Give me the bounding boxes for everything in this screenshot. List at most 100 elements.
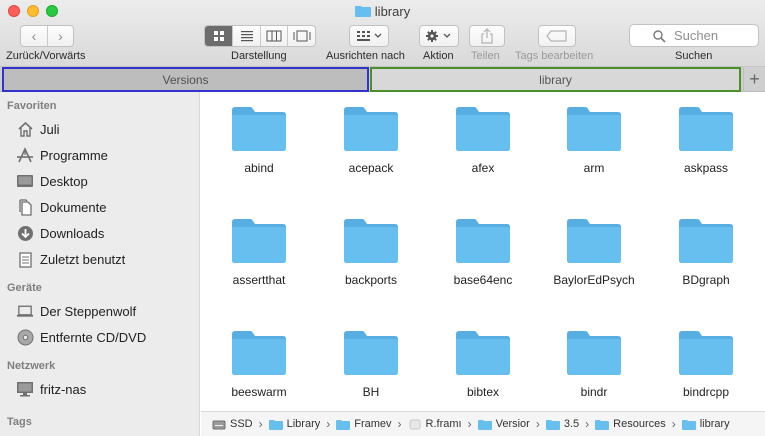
documents-icon <box>16 198 34 216</box>
sidebar-item-fritz-nas[interactable]: fritz-nas <box>0 376 199 402</box>
folder-item[interactable]: abind <box>209 104 309 175</box>
path-crumb[interactable]: Library <box>268 418 321 430</box>
search-field[interactable]: Suchen <box>629 24 759 47</box>
folder-item[interactable]: bindr <box>544 328 644 399</box>
monitor-icon <box>16 380 34 398</box>
folder-item[interactable]: afex <box>433 104 533 175</box>
sidebar-item-label: Der Steppenwolf <box>40 303 137 319</box>
path-crumb-label: library <box>699 418 730 430</box>
path-crumb-label: Resources <box>613 418 666 430</box>
chevron-right-icon: › <box>671 417 676 431</box>
arrange-button[interactable] <box>349 25 389 47</box>
icon-view-button[interactable] <box>205 26 233 46</box>
sidebar-item-label: Programme <box>40 147 108 163</box>
chevron-left-icon: ‹ <box>31 28 37 44</box>
folder-icon <box>456 107 510 151</box>
path-crumb-label: Library <box>286 418 321 430</box>
edit-tags-button[interactable] <box>538 25 576 47</box>
folder-item[interactable]: backports <box>321 216 421 287</box>
chevron-right-icon: › <box>397 417 402 431</box>
folder-icon <box>232 219 286 263</box>
folder-item[interactable]: arm <box>544 104 644 175</box>
folder-name: backports <box>344 273 398 287</box>
sidebar-item-label: Dokumente <box>40 199 107 215</box>
forward-button[interactable]: › <box>46 26 73 46</box>
folder-item[interactable]: bindrcpp <box>656 328 756 399</box>
tab-bar: Versions library + <box>0 67 765 92</box>
folder-name: BDgraph <box>682 273 730 287</box>
share-button[interactable] <box>469 25 505 47</box>
sidebar-item-juli[interactable]: Juli <box>0 116 199 142</box>
disc-icon <box>16 328 34 346</box>
folder-name: askpass <box>683 161 729 175</box>
folder-icon <box>344 219 398 263</box>
folder-item[interactable]: assertthat <box>209 216 309 287</box>
folder-item[interactable]: bibtex <box>433 328 533 399</box>
sidebar-item-desktop[interactable]: Desktop <box>0 168 199 194</box>
downloads-icon <box>16 224 34 242</box>
folder-item[interactable]: base64enc <box>433 216 533 287</box>
path-crumb[interactable]: Framev <box>336 418 392 430</box>
folder-item[interactable]: BH <box>321 328 421 399</box>
path-crumb[interactable]: SSD <box>212 418 253 430</box>
share-icon <box>481 28 493 44</box>
path-crumb-label: 3.5 <box>563 418 580 430</box>
back-forward-control[interactable]: ‹ › <box>20 25 74 47</box>
sidebar-section-devices: Geräte <box>7 282 42 294</box>
list-view-button[interactable] <box>232 26 260 46</box>
gallery-view-button[interactable] <box>287 26 315 46</box>
folder-name: beeswarm <box>231 385 287 399</box>
folder-icon <box>545 419 560 430</box>
path-crumb[interactable]: 3.5 <box>545 418 580 430</box>
folder-icon <box>681 419 696 430</box>
chevron-right-icon: › <box>535 417 540 431</box>
sidebar-item-downloads[interactable]: Downloads <box>0 220 199 246</box>
view-label: Darstellung <box>231 50 287 62</box>
folder-icon <box>232 331 286 375</box>
folder-name: BH <box>362 385 380 399</box>
folder-icon <box>456 219 510 263</box>
sidebar-item-label: Zuletzt benutzt <box>40 251 126 267</box>
action-button[interactable] <box>419 25 459 47</box>
path-crumb[interactable]: R.framı <box>408 418 462 430</box>
folder-item[interactable]: BDgraph <box>656 216 756 287</box>
share-label: Teilen <box>471 50 500 62</box>
path-crumb-label: R.framı <box>425 418 462 430</box>
folder-item[interactable]: askpass <box>656 104 756 175</box>
home-icon <box>16 120 34 138</box>
path-bar: SSD › Library › Framev › R.framı › Versior › 3.5 › R… <box>201 411 765 436</box>
folder-icon <box>679 107 733 151</box>
folder-name: bindrcpp <box>682 385 730 399</box>
sidebar-item-der-steppenwolf[interactable]: Der Steppenwolf <box>0 298 199 324</box>
list-icon <box>240 31 253 42</box>
sidebar-item-dokumente[interactable]: Dokumente <box>0 194 199 220</box>
path-crumb-label: SSD <box>230 418 253 430</box>
chevron-right-icon: › <box>467 417 472 431</box>
folder-icon <box>679 219 733 263</box>
folder-name: afex <box>471 161 495 175</box>
new-tab-button[interactable]: + <box>743 67 765 92</box>
back-button[interactable]: ‹ <box>21 26 47 46</box>
tab-versions[interactable]: Versions <box>2 67 369 92</box>
folder-icon <box>567 219 621 263</box>
path-crumb[interactable]: Resources <box>595 418 666 430</box>
action-label: Aktion <box>423 50 454 62</box>
folder-name: bibtex <box>466 385 500 399</box>
gear-icon <box>426 30 451 42</box>
sidebar-item-zuletzt-benutzt[interactable]: Zuletzt benutzt <box>0 246 199 272</box>
edit-tags-label: Tags bearbeiten <box>515 50 594 62</box>
sidebar-item-entfernte-cd-dvd[interactable]: Entfernte CD/DVD <box>0 324 199 350</box>
folder-item[interactable]: beeswarm <box>209 328 309 399</box>
path-crumb[interactable]: library <box>681 418 730 430</box>
tab-library[interactable]: library <box>370 67 741 92</box>
folder-item[interactable]: BaylorEdPsych <box>544 216 644 287</box>
desktop-icon <box>16 172 34 190</box>
folder-item[interactable]: acepack <box>321 104 421 175</box>
column-view-button[interactable] <box>259 26 288 46</box>
view-mode-control[interactable] <box>204 25 316 47</box>
sidebar-item-programme[interactable]: Programme <box>0 142 199 168</box>
path-crumb[interactable]: Versior <box>477 418 530 430</box>
folder-icon <box>567 107 621 151</box>
applications-icon <box>16 146 34 164</box>
search-label: Suchen <box>675 50 713 62</box>
